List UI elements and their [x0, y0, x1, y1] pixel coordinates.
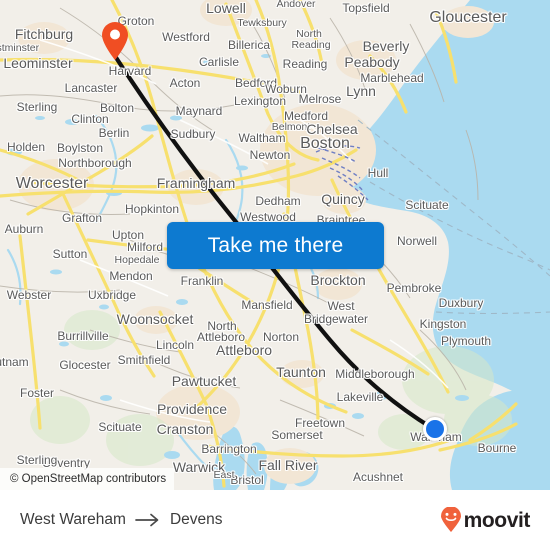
- route-destination-label: Devens: [169, 511, 223, 528]
- arrow-right-icon: [135, 513, 161, 527]
- origin-marker-dot[interactable]: [423, 417, 447, 441]
- footer-bar: West Wareham Devens moovit: [0, 490, 550, 550]
- map-attribution[interactable]: © OpenStreetMap contributors: [0, 468, 175, 490]
- moovit-pin-icon: [440, 507, 461, 532]
- destination-marker-pin[interactable]: [100, 21, 130, 61]
- route-origin-label: West Wareham: [20, 511, 126, 528]
- moovit-logo[interactable]: moovit: [439, 507, 530, 533]
- route-summary: West Wareham Devens: [20, 511, 223, 529]
- map-pin-icon: [102, 22, 128, 60]
- moovit-wordmark: moovit: [463, 508, 531, 532]
- take-me-there-button[interactable]: Take me there: [167, 222, 384, 269]
- moovit-map-screen: Lowell Andover Topsfield Gloucester Tewksbur…: [0, 0, 550, 550]
- attribution-text: © OpenStreetMap contributors: [10, 473, 167, 485]
- map-canvas[interactable]: Lowell Andover Topsfield Gloucester Tewksbur…: [0, 0, 550, 490]
